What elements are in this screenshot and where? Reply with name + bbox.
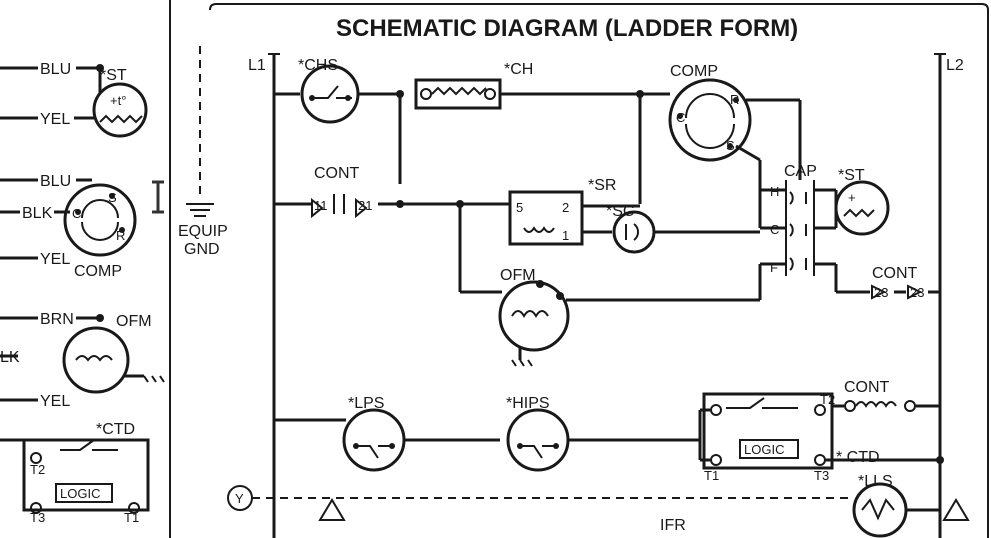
comp-label-left: COMP — [74, 263, 122, 280]
ifr-label: IFR — [660, 517, 686, 534]
equip-gnd-label2: GND — [184, 241, 220, 258]
ctd-main-label: * CTD — [836, 449, 880, 466]
wire-label-blu-1: BLU — [40, 61, 71, 78]
logic-label: LOGIC — [744, 442, 784, 457]
wire-label-lk: LK — [0, 349, 20, 366]
wire-label-brn: BRN — [40, 311, 74, 328]
ch-heater — [416, 80, 500, 108]
lls-coil — [854, 484, 906, 536]
gnd-hash — [144, 376, 164, 382]
schematic-svg: SCHEMATIC DIAGRAM (LADDER FORM) BLU +t° … — [0, 0, 991, 538]
ifr-arrow-icon — [320, 500, 344, 520]
svg-text:11: 11 — [314, 198, 328, 213]
st-thermistor — [94, 84, 146, 136]
wire-label-yel-1: YEL — [40, 111, 70, 128]
svg-text:23: 23 — [874, 285, 888, 300]
rail-l1: L1 — [248, 57, 266, 74]
wire-label-blk: BLK — [22, 205, 53, 222]
cap-label: CAP — [784, 163, 817, 180]
ch-label: *CH — [504, 61, 533, 78]
chs-label: *CHS — [298, 57, 338, 74]
page-title: SCHEMATIC DIAGRAM (LADDER FORM) — [336, 15, 798, 42]
st-inner: +t° — [110, 93, 126, 108]
svg-text:21: 21 — [358, 198, 372, 213]
svg-text:+: + — [848, 190, 856, 205]
ofm-label-left: OFM — [116, 313, 152, 330]
svg-text:23: 23 — [910, 285, 924, 300]
text-cursor-icon — [152, 182, 164, 212]
svg-text:T3: T3 — [814, 468, 829, 483]
y-label: Y — [235, 491, 244, 506]
st-label: *ST — [100, 67, 127, 84]
cont-right-label: CONT — [872, 265, 918, 282]
wire-label-yel-3: YEL — [40, 393, 70, 410]
svg-text:2: 2 — [562, 200, 569, 215]
cont-left-label: CONT — [314, 165, 360, 182]
cont-top-right-label: CONT — [844, 379, 890, 396]
ofm-motor-left — [64, 328, 128, 392]
sc-label: *SC — [606, 203, 634, 220]
svg-text:F: F — [770, 260, 778, 275]
logic-label-left: LOGIC — [60, 486, 100, 501]
wire-label-yel-2: YEL — [40, 251, 70, 268]
ifr-arrow-icon-2 — [944, 500, 968, 520]
hips-switch — [508, 410, 568, 470]
svg-text:T1: T1 — [704, 468, 719, 483]
rail-l2: L2 — [946, 57, 964, 74]
st-main — [836, 182, 888, 234]
lps-switch — [344, 410, 404, 470]
comp-label: COMP — [670, 63, 718, 80]
svg-text:1: 1 — [562, 228, 569, 243]
sr-label: *SR — [588, 177, 616, 194]
equip-gnd-label: EQUIP — [178, 223, 228, 240]
schematic-diagram: SCHEMATIC DIAGRAM (LADDER FORM) BLU +t° … — [0, 0, 991, 538]
svg-text:5: 5 — [516, 200, 523, 215]
chs-switch — [302, 66, 358, 122]
ctd-label-left: *CTD — [96, 421, 135, 438]
st-main-label: *ST — [838, 167, 865, 184]
ctd-t2-l: T2 — [30, 462, 45, 477]
wire-label-blu-2: BLU — [40, 173, 71, 190]
ofm-motor — [500, 282, 568, 350]
